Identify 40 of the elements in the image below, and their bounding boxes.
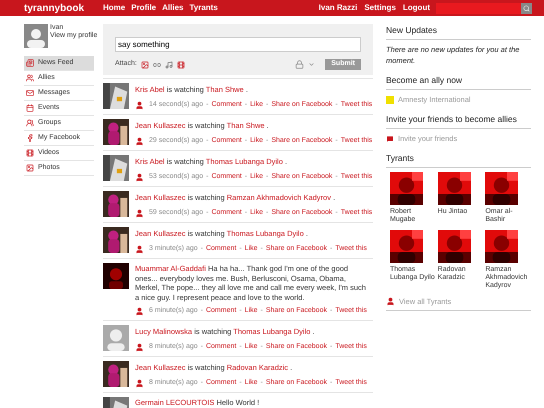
user-icon bbox=[386, 297, 395, 306]
section-title: New Updates bbox=[386, 24, 531, 40]
nav-link[interactable]: Home bbox=[103, 2, 126, 14]
status-input[interactable]: say something bbox=[115, 37, 361, 52]
nav-link[interactable]: Profile bbox=[131, 2, 156, 14]
user-icon bbox=[135, 342, 144, 352]
group-icon bbox=[26, 119, 34, 127]
user-icon bbox=[135, 244, 144, 254]
section-title: Tyrants bbox=[386, 152, 531, 168]
lock-icon[interactable] bbox=[295, 60, 304, 69]
user-icon bbox=[135, 172, 144, 182]
search-button[interactable] bbox=[521, 2, 532, 14]
logo[interactable]: tyrannybook bbox=[24, 0, 103, 16]
user-link[interactable]: Settings bbox=[364, 2, 396, 14]
nav-link[interactable]: Tyrants bbox=[189, 2, 218, 14]
link-icon[interactable] bbox=[152, 60, 161, 68]
image-icon[interactable] bbox=[140, 60, 149, 68]
user-icon bbox=[135, 208, 144, 218]
user-icon bbox=[135, 306, 144, 316]
section-title: Invite your friends to become allies bbox=[386, 113, 531, 129]
film-icon[interactable] bbox=[176, 60, 185, 68]
film-icon bbox=[26, 149, 34, 157]
user-icon bbox=[135, 136, 144, 146]
music-icon[interactable] bbox=[164, 60, 173, 68]
envelope-icon bbox=[26, 89, 34, 97]
nav-link[interactable]: Allies bbox=[162, 2, 184, 14]
user-icon bbox=[135, 100, 144, 110]
user-link[interactable]: Ivan Razzi bbox=[318, 2, 358, 14]
section-title: Become an ally now bbox=[386, 74, 531, 90]
photo-icon bbox=[26, 164, 34, 172]
user-link[interactable]: Logout bbox=[402, 2, 430, 14]
newspaper-icon bbox=[26, 59, 34, 67]
message-icon bbox=[386, 134, 394, 143]
people-icon bbox=[26, 74, 34, 82]
avatar bbox=[24, 24, 48, 48]
facebook-icon bbox=[26, 134, 34, 142]
search-field[interactable] bbox=[436, 2, 521, 14]
calendar-icon bbox=[26, 104, 34, 112]
user-icon bbox=[135, 378, 144, 388]
caret-icon[interactable] bbox=[308, 61, 316, 68]
